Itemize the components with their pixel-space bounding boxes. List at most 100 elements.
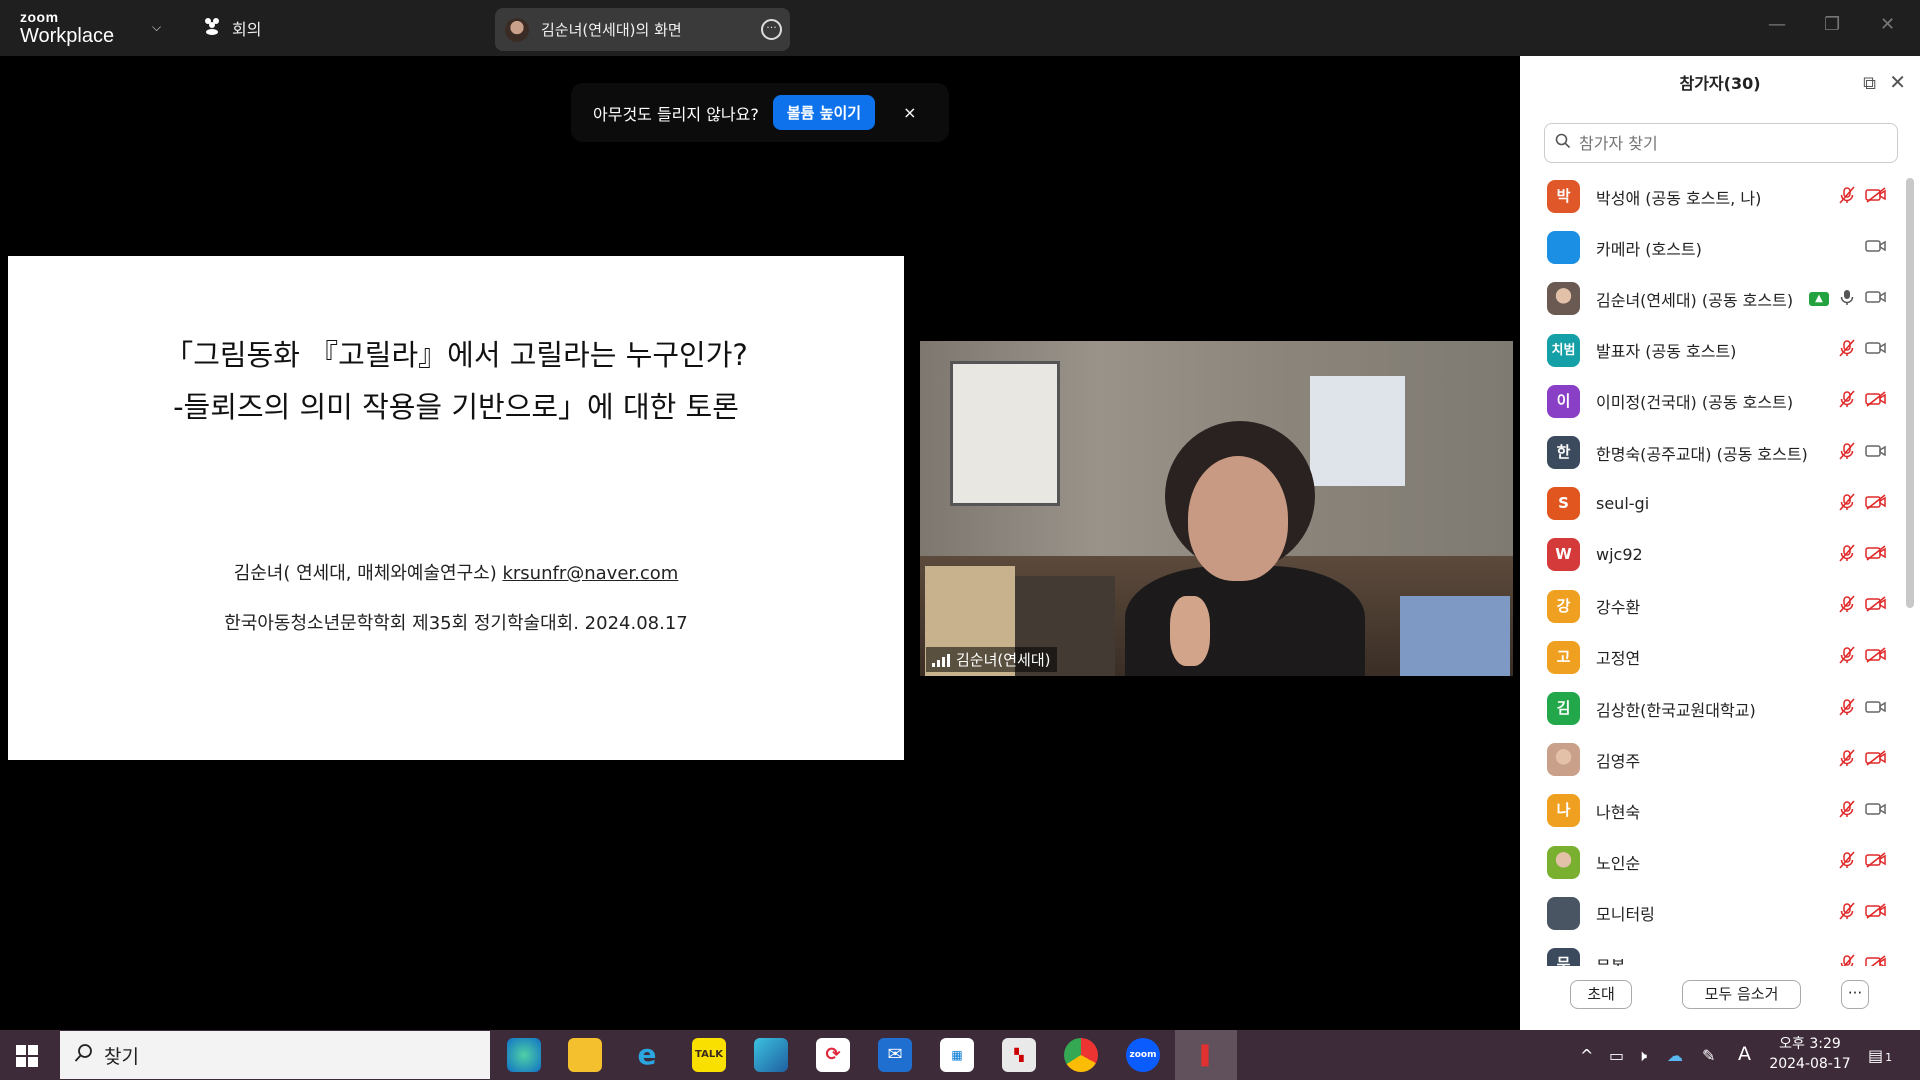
app-icon[interactable]: [754, 1038, 788, 1072]
volume-muted-icon[interactable]: 🕨: [1637, 1046, 1647, 1066]
windows-start-icon[interactable]: [16, 1045, 38, 1067]
chevron-up-icon[interactable]: ^: [1580, 1046, 1593, 1065]
chevron-down-icon[interactable]: ⌵: [152, 20, 161, 35]
chrome-icon[interactable]: [1064, 1038, 1098, 1072]
mic-off-icon[interactable]: [1838, 800, 1856, 822]
mic-off-icon[interactable]: [1838, 646, 1856, 668]
camera-off-icon[interactable]: [1865, 750, 1887, 770]
mic-off-icon[interactable]: [1838, 749, 1856, 771]
participant-row[interactable]: 나 나현숙: [1520, 785, 1910, 836]
file-explorer-icon[interactable]: [568, 1038, 602, 1072]
mute-all-button[interactable]: 모두 음소거: [1682, 980, 1801, 1009]
notification-icon[interactable]: ▤ 1: [1868, 1046, 1892, 1065]
battery-icon[interactable]: ▭: [1609, 1046, 1624, 1065]
sync-app-icon[interactable]: ⟳: [816, 1038, 850, 1072]
camera-off-icon[interactable]: [1865, 852, 1887, 872]
mic-off-icon[interactable]: [1838, 185, 1856, 208]
camera-off-icon[interactable]: [1865, 903, 1887, 923]
participant-name: 한명숙(공주교대) (공동 호스트): [1596, 444, 1808, 464]
store-icon[interactable]: ▦: [940, 1038, 974, 1072]
minimize-button[interactable]: —: [1768, 14, 1786, 35]
camera-off-icon[interactable]: [1865, 186, 1887, 207]
maximize-button[interactable]: ❐: [1824, 14, 1840, 35]
participant-row[interactable]: 이 이미정(건국대) (공동 호스트): [1520, 376, 1910, 427]
mail-icon[interactable]: ✉: [878, 1038, 912, 1072]
participant-name: 발표자 (공동 호스트): [1596, 342, 1737, 362]
camera-icon[interactable]: [1865, 443, 1887, 463]
internet-explorer-icon[interactable]: e: [630, 1038, 664, 1072]
avatar: 이: [1547, 384, 1580, 418]
toast-close-icon[interactable]: ×: [903, 103, 916, 122]
taskbar-search[interactable]: 찾기: [60, 1031, 490, 1079]
app-icon[interactable]: ❚: [1188, 1038, 1222, 1072]
avatar: [1547, 231, 1580, 265]
participant-row[interactable]: 김영주: [1520, 734, 1910, 785]
camera-icon[interactable]: [1865, 289, 1887, 309]
popout-icon[interactable]: ⧉: [1863, 73, 1876, 94]
logo-workplace-text: Workplace: [20, 25, 115, 47]
more-options-icon[interactable]: ···: [761, 19, 782, 40]
ime-indicator[interactable]: A: [1738, 1043, 1751, 1065]
participant-name: 모니터링: [1596, 905, 1655, 925]
meeting-people-icon: [202, 17, 222, 39]
participant-row[interactable]: 한 한명숙(공주교대) (공동 호스트): [1520, 427, 1910, 478]
participant-row[interactable]: 박 박성애 (공동 호스트, 나): [1520, 171, 1910, 222]
participant-search[interactable]: [1544, 123, 1898, 163]
camera-icon[interactable]: [1865, 238, 1887, 258]
camera-icon[interactable]: [1865, 340, 1887, 360]
invite-button[interactable]: 초대: [1570, 980, 1632, 1009]
camera-off-icon[interactable]: [1865, 954, 1887, 966]
participant-video[interactable]: 김순녀(연세대): [920, 341, 1513, 676]
more-button[interactable]: ···: [1841, 980, 1869, 1009]
mic-off-icon[interactable]: [1838, 595, 1856, 617]
raise-volume-button[interactable]: 볼륨 높이기: [772, 95, 876, 130]
mic-off-icon[interactable]: [1838, 902, 1856, 924]
participant-row[interactable]: 김순녀(연세대) (공동 호스트) ▲: [1520, 273, 1910, 324]
participant-row[interactable]: 고 고정연: [1520, 632, 1910, 683]
meeting-menu-button[interactable]: 회의: [202, 16, 261, 40]
camera-off-icon[interactable]: [1865, 596, 1887, 616]
notification-count: 1: [1885, 1051, 1893, 1064]
slide-author-name: 김순녀( 연세대, 매체와예술연구소): [233, 563, 503, 584]
mic-icon[interactable]: [1838, 288, 1856, 310]
camera-off-icon[interactable]: [1865, 391, 1887, 411]
taskbar-clock[interactable]: 오후 3:29 2024-08-17: [1760, 1034, 1860, 1074]
participant-row[interactable]: 문 문봉: [1520, 939, 1910, 966]
participant-search-input[interactable]: [1579, 133, 1879, 153]
mic-off-icon[interactable]: [1838, 953, 1856, 966]
mic-off-icon[interactable]: [1838, 493, 1856, 515]
mic-off-icon[interactable]: [1838, 544, 1856, 566]
screen-share-indicator[interactable]: 김순녀(연세대)의 화면 ···: [495, 8, 790, 51]
zoom-icon[interactable]: zoom: [1126, 1038, 1160, 1072]
app-icon[interactable]: ▚: [1002, 1038, 1036, 1072]
participant-row[interactable]: 노인순: [1520, 837, 1910, 888]
camera-off-icon[interactable]: [1865, 545, 1887, 565]
camera-icon[interactable]: [1865, 699, 1887, 719]
scrollbar[interactable]: [1906, 178, 1914, 608]
panel-footer: 초대 모두 음소거 ···: [1520, 980, 1920, 1030]
camera-off-icon[interactable]: [1865, 494, 1887, 514]
mic-off-icon[interactable]: [1838, 851, 1856, 873]
close-window-button[interactable]: ✕: [1880, 14, 1895, 35]
participant-row[interactable]: Sseul-gi: [1520, 478, 1910, 529]
video-name-tag: 김순녀(연세대): [926, 647, 1057, 672]
close-panel-icon[interactable]: ✕: [1889, 70, 1906, 94]
slide-author-email[interactable]: krsunfr@naver.com: [502, 563, 678, 584]
camera-icon[interactable]: [1865, 801, 1887, 821]
mic-off-icon[interactable]: [1838, 339, 1856, 361]
participant-row[interactable]: Wwjc92: [1520, 529, 1910, 580]
edge-icon[interactable]: [507, 1038, 541, 1072]
pen-icon[interactable]: ✎: [1702, 1046, 1715, 1065]
mic-off-icon[interactable]: [1838, 441, 1856, 464]
mic-off-icon[interactable]: [1838, 390, 1856, 412]
participant-row[interactable]: 카메라 (호스트): [1520, 222, 1910, 273]
participant-row[interactable]: 모니터링: [1520, 888, 1910, 939]
participant-row[interactable]: 김 김상한(한국교원대학교): [1520, 683, 1910, 734]
mic-off-icon[interactable]: [1838, 697, 1856, 720]
participant-row[interactable]: 치범 발표자 (공동 호스트): [1520, 325, 1910, 376]
onedrive-icon[interactable]: ☁: [1667, 1046, 1683, 1065]
participant-name: 김영주: [1596, 751, 1641, 771]
camera-off-icon[interactable]: [1865, 647, 1887, 667]
kakaotalk-icon[interactable]: TALK: [692, 1038, 726, 1072]
participant-row[interactable]: 강 강수환: [1520, 581, 1910, 632]
